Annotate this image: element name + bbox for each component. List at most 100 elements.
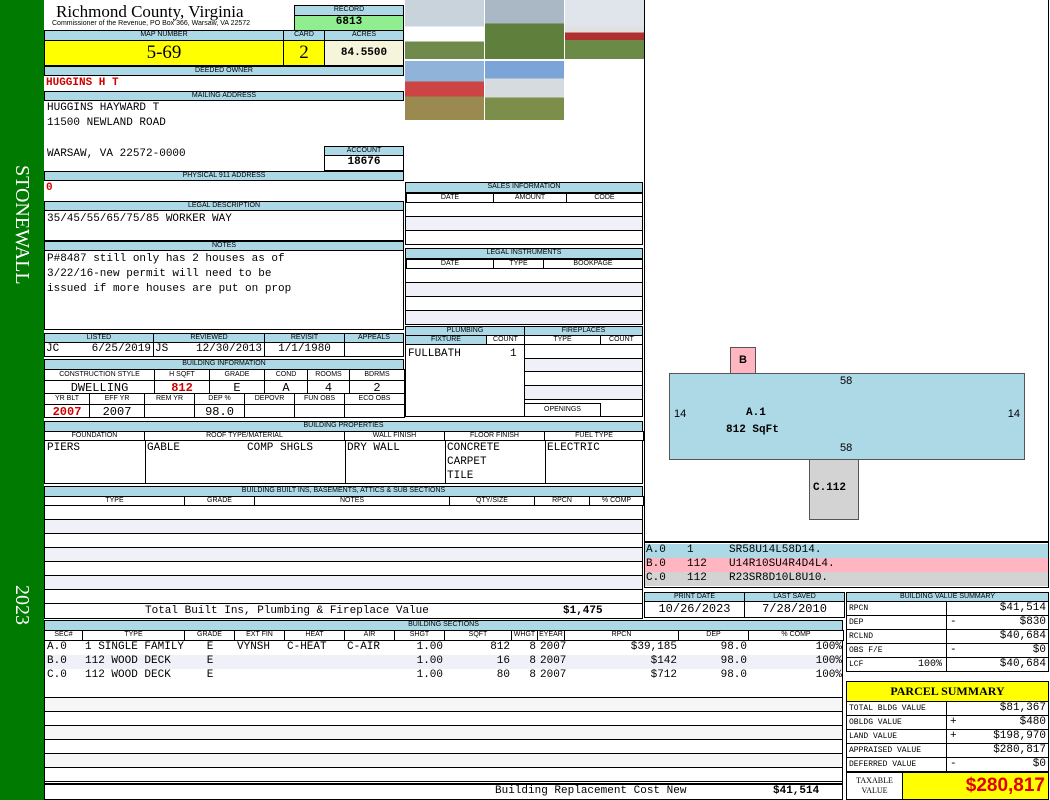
summary-value: - $0 — [946, 757, 1049, 772]
wall-finish-value: DRY WALL — [347, 442, 400, 454]
table-cell: 98.0 — [720, 655, 747, 667]
table-cell: 80 — [496, 669, 510, 681]
summary-operator: + — [950, 730, 957, 742]
summary-amount: $40,684 — [999, 658, 1046, 670]
table-cell: 1.00 — [416, 655, 443, 667]
summary-label: DEP — [846, 615, 947, 630]
table-cell: 112 WOOD DECK — [85, 655, 171, 667]
summary-amount: $480 — [1019, 716, 1046, 728]
building-info-value — [144, 404, 195, 418]
property-photo — [405, 0, 484, 59]
listed-date: 6/25/2019 — [91, 343, 151, 355]
sketch-section-c: C.112 — [809, 459, 859, 520]
table-cell: 100% — [815, 655, 842, 667]
dim-right: 14 — [1007, 408, 1020, 420]
replacement-cost-value: $41,514 — [773, 785, 820, 797]
summary-value: - $0 — [946, 643, 1049, 658]
sketch-code-vector: SR58U14L58D14. — [729, 544, 822, 556]
sketch-code-type: 112 — [687, 558, 707, 570]
section-a-label: A.1 — [746, 407, 766, 419]
property-photo — [405, 61, 484, 120]
summary-operator: - — [950, 758, 957, 770]
revisit-date: 1/1/1980 — [264, 342, 345, 357]
building-info-value: 4 — [307, 380, 350, 394]
owner-name: HUGGINS H T — [46, 77, 119, 89]
building-info-value: 2007 — [44, 404, 90, 418]
legal-instruments-table: LEGAL INSTRUMENTS DATE TYPE BOOKPAGE — [405, 248, 643, 325]
table-cell: 1 SINGLE FAMILY — [85, 641, 185, 653]
table-cell: 100% — [815, 641, 842, 653]
column-header: BOOKPAGE — [543, 259, 642, 269]
table-cell: 2007 — [540, 641, 567, 653]
map-number: 5-69 — [44, 40, 284, 66]
note-line: 3/22/16-new permit will need to be — [47, 268, 272, 280]
summary-amount: $830 — [1019, 616, 1046, 628]
fixture-type: FULLBATH — [408, 348, 461, 360]
building-info-value: DWELLING — [44, 380, 155, 394]
table-cell: 16 — [496, 655, 510, 667]
table-cell: 100% — [815, 669, 842, 681]
summary-value: - $830 — [946, 615, 1049, 630]
table-cell: 2007 — [540, 655, 567, 667]
table-row — [45, 768, 842, 782]
summary-label: RPCN — [846, 601, 947, 616]
property-photo — [485, 61, 564, 120]
table-cell: 98.0 — [720, 641, 747, 653]
summary-amount: $41,514 — [999, 602, 1046, 614]
photo-gallery — [404, 0, 644, 120]
acres-value: 84.5500 — [324, 40, 404, 66]
legal-description: 35/45/55/65/75/85 WORKER WAY — [47, 213, 232, 225]
mailing-line3: WARSAW, VA 22572-0000 — [47, 148, 186, 160]
table-cell: 98.0 — [720, 669, 747, 681]
sketch-code-type: 1 — [687, 544, 694, 556]
summary-label: TOTAL BLDG VALUE — [846, 701, 947, 716]
table-row — [45, 712, 842, 726]
tax-year: 2023 — [11, 585, 33, 625]
dim-bottom: 58 — [840, 442, 853, 454]
appeals-value — [344, 342, 404, 357]
summary-amount: $40,684 — [999, 630, 1046, 642]
sketch-section-a: 58 58 14 14 A.1 812 SqFt — [669, 373, 1025, 460]
summary-value: $40,684 — [946, 629, 1049, 644]
section-a-area: 812 SqFt — [726, 424, 779, 436]
summary-value: $280,817 — [946, 743, 1049, 758]
print-date: 10/26/2023 — [644, 601, 745, 618]
record-value: 6813 — [294, 15, 404, 31]
sketch-area: B 58 58 14 14 A.1 812 SqFt C.112 — [644, 0, 1049, 542]
mailing-line1: HUGGINS HAYWARD T — [47, 102, 160, 114]
sketch-codes: A.0 1 SR58U14L58D14. B.0 112 U14R10SU4R4D4L4.… — [644, 542, 1049, 588]
plumbing-table: PLUMBING FIXTURE COUNT FULLBATH 1 — [405, 326, 525, 417]
listed-by: JC — [46, 343, 60, 355]
summary-label: LAND VALUE — [846, 729, 947, 744]
table-cell: 1.00 — [416, 669, 443, 681]
table-cell: 2007 — [540, 669, 567, 681]
sketch-code-row: A.0 1 SR58U14L58D14. — [645, 544, 1048, 558]
building-info-row1: CONSTRUCTION STYLE DWELLING H SQFT 812 GRADE… — [44, 369, 405, 394]
summary-operator: - — [950, 644, 957, 656]
column-header: CODE — [566, 193, 642, 203]
building-info-value: 2 — [349, 380, 405, 394]
builtins-total-label: Total Built Ins, Plumbing & Fireplace Va… — [145, 605, 429, 617]
table-row — [45, 754, 842, 768]
summary-value: + $198,970 — [946, 729, 1049, 744]
column-header: TYPE — [493, 259, 544, 269]
building-properties-body: PIERS GABLE COMP SHGLS DRY WALL CONCRETE… — [44, 440, 643, 484]
builtins-total-row: Total Built Ins, Plumbing & Fireplace Va… — [44, 603, 643, 619]
column-header: AMOUNT — [493, 193, 567, 203]
taxable-value: $280,817 — [902, 772, 1049, 800]
table-cell: 8 — [529, 641, 536, 653]
notes-box: P#8487 still only has 2 houses as of 3/2… — [44, 250, 404, 330]
last-saved: 7/28/2010 — [744, 601, 845, 618]
summary-amount: $0 — [1032, 758, 1046, 770]
fireplace-count-header: COUNT — [600, 335, 642, 345]
sketch-code-type: 112 — [687, 572, 707, 584]
table-cell: E — [206, 655, 214, 667]
owner-label: DEEDED OWNER — [44, 66, 404, 76]
table-row: C.0 112 WOOD DECK E 1.00 80 8 2007 $712 98.0 100% — [45, 669, 842, 683]
building-sections-table: A.0 1 SINGLE FAMILY E VYNSH C-HEAT C-AIR 1.00 8… — [44, 640, 843, 785]
legal-instruments-label: LEGAL INSTRUMENTS — [406, 249, 642, 259]
table-row: A.0 1 SINGLE FAMILY E VYNSH C-HEAT C-AIR 1.00 8… — [45, 641, 842, 655]
summary-amount: $198,970 — [993, 730, 1046, 742]
summary-label: OBLDG VALUE — [846, 715, 947, 730]
table-row — [45, 684, 842, 698]
